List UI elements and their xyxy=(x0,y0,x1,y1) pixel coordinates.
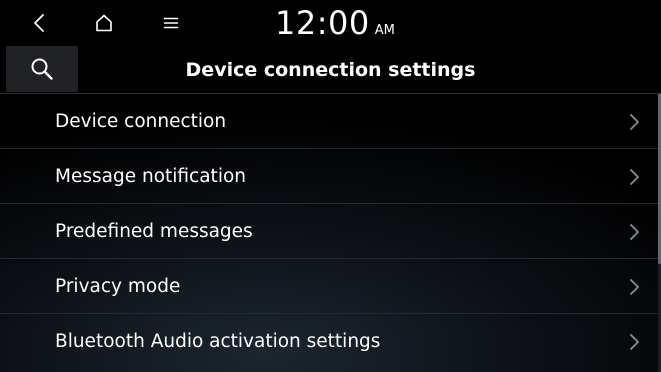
menu-icon xyxy=(163,17,179,29)
chevron-right-icon xyxy=(630,224,639,240)
list-item-message-notification[interactable]: Message notification xyxy=(0,149,661,204)
chevron-right-icon xyxy=(630,279,639,295)
home-button[interactable] xyxy=(84,6,124,40)
clock: 12:00 AM xyxy=(275,2,395,44)
list-item-label: Predefined messages xyxy=(55,221,253,242)
menu-button[interactable] xyxy=(151,6,191,40)
chevron-right-icon xyxy=(630,334,639,350)
back-chevron-icon xyxy=(34,14,44,32)
status-bar: 12:00 AM xyxy=(0,0,661,46)
list-item-privacy-mode[interactable]: Privacy mode xyxy=(0,259,661,314)
list-item-label: Message notification xyxy=(55,166,246,187)
header: Device connection settings xyxy=(0,46,661,94)
chevron-right-icon xyxy=(630,114,639,130)
screen: 12:00 AM Device connection settings Devi… xyxy=(0,0,661,372)
list-item-label: Privacy mode xyxy=(55,276,181,297)
list-item-bluetooth-audio-activation[interactable]: Bluetooth Audio activation settings xyxy=(0,314,661,369)
back-button[interactable] xyxy=(19,6,59,40)
page-title: Device connection settings xyxy=(185,59,476,81)
settings-list: Device connection Message notification P… xyxy=(0,94,661,369)
clock-time: 12:00 xyxy=(275,4,370,42)
list-item-label: Bluetooth Audio activation settings xyxy=(55,331,381,352)
list-item-predefined-messages[interactable]: Predefined messages xyxy=(0,204,661,259)
list-item-label: Device connection xyxy=(55,111,227,132)
list-item-device-connection[interactable]: Device connection xyxy=(0,94,661,149)
home-icon xyxy=(96,14,112,32)
chevron-right-icon xyxy=(630,169,639,185)
